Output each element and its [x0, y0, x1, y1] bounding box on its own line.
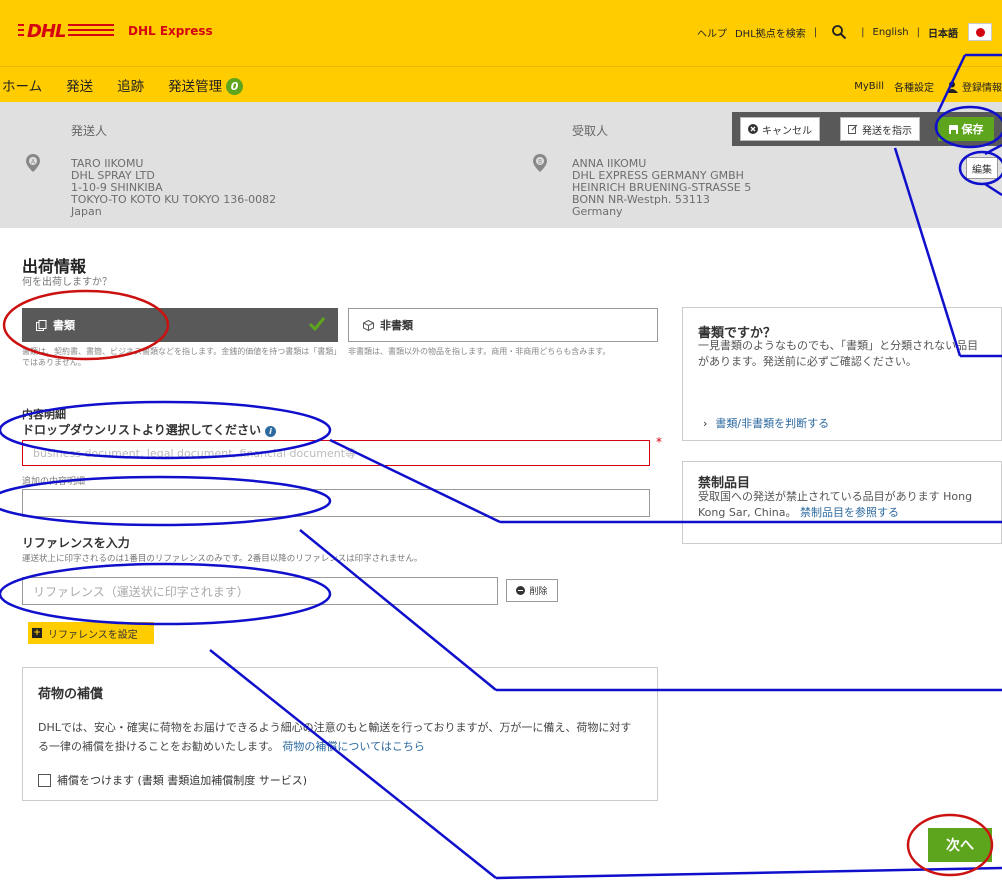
insurance-title: 荷物の補償 [38, 687, 104, 702]
nav-manage[interactable]: 発送管理 [168, 79, 222, 95]
reference-hint: 運送状上に印字されるのは1番目のリファレンスのみです。2番目以降のリファレンスは… [22, 554, 423, 564]
nav-manage-wrap[interactable]: 発送管理 0 [168, 75, 244, 95]
add-reference-button[interactable]: + リファレンスを設定 [28, 622, 154, 644]
document-type-button[interactable]: 書類 [22, 308, 338, 342]
action-bar: キャンセル 発送を指示 保存 [732, 112, 1002, 146]
logo-wordmark: DHL [24, 21, 69, 42]
brand-name: DHL Express [128, 24, 213, 38]
nav-mybill[interactable]: MyBill [854, 81, 884, 92]
document-icon [36, 319, 47, 331]
required-mark: * [656, 435, 662, 449]
user-icon [946, 81, 958, 93]
main-nav: ホーム 発送 追跡 発送管理 0 MyBill 各種設定 登録情報 [0, 66, 1002, 102]
insurance-checkbox-row[interactable]: 補償をつけます (書類 書類追加補償制度 サービス) [38, 772, 307, 788]
receiver-title: 受取人 [572, 124, 609, 138]
edit-button[interactable]: 編集 [966, 157, 998, 179]
minus-icon [516, 586, 526, 595]
shipper-pin-icon: A [26, 154, 40, 172]
additional-contents-label: 追加の内容明細 [22, 477, 86, 487]
contents-placeholder: business document, legal document, finan… [33, 447, 357, 460]
contents-input[interactable]: business document, legal document, finan… [22, 440, 650, 466]
insurance-text: DHLでは、安心・確実に荷物をお届けできるよう細心の注意のもと輸送を行っておりま… [38, 718, 638, 756]
dhl-logo[interactable]: DHL DHL Express [18, 20, 213, 42]
save-icon [948, 124, 958, 134]
save-label: 保存 [961, 123, 984, 136]
receiver-pin-icon: B [533, 154, 547, 172]
insurance-link[interactable]: 荷物の補償についてはこちら [282, 740, 424, 753]
plus-icon: + [32, 628, 42, 638]
nav-ship[interactable]: 発送 [66, 75, 93, 95]
non-document-description: 非書類は、書類以外の物品を指します。商用・非商用どちらも含みます。 [348, 347, 611, 356]
non-document-type-label: 非書類 [380, 319, 413, 332]
top-header: DHL DHL Express ヘルプ DHL拠点を検索 | | English… [0, 0, 1002, 66]
cancel-button[interactable]: キャンセル [740, 117, 820, 141]
cancel-icon [748, 124, 758, 134]
non-document-type-button[interactable]: 非書類 [348, 308, 658, 342]
document-help-link-text[interactable]: 書類/非書類を判断する [715, 417, 829, 430]
next-button[interactable]: 次へ [928, 828, 992, 862]
lang-english[interactable]: English [873, 27, 909, 38]
document-help-box: 書類ですか？ 一見書類のようなものでも、「書類」と分類されない品目があります。発… [682, 307, 1002, 441]
delete-label: 削除 [529, 587, 548, 597]
add-reference-label: リファレンスを設定 [48, 629, 138, 641]
cancel-label: キャンセル [762, 125, 812, 137]
lang-japanese[interactable]: 日本語 [928, 25, 958, 40]
find-location-link[interactable]: DHL拠点を検索 [735, 25, 806, 40]
shipper-line: Japan [71, 205, 102, 218]
nav-track[interactable]: 追跡 [117, 75, 144, 95]
info-icon[interactable]: i [265, 426, 277, 437]
receiver-line: Germany [572, 205, 623, 218]
document-help-text: 一見書類のようなものでも、「書類」と分類されない品目があります。発送前に必ずご確… [698, 339, 979, 368]
prohibited-text: 受取国への発送が禁止されている品目があります Hong Kong Sar, Ch… [698, 489, 988, 521]
additional-contents-input[interactable] [22, 489, 650, 517]
nav-badge: 0 [226, 78, 244, 95]
prohibited-box: 禁制品目 受取国への発送が禁止されている品目があります Hong Kong Sa… [682, 461, 1002, 544]
package-icon [363, 319, 374, 331]
document-help-link[interactable]: › 書類/非書類を判断する [703, 415, 829, 431]
save-button[interactable]: 保存 [938, 117, 994, 141]
insurance-checkbox[interactable] [38, 773, 51, 787]
search-icon[interactable] [831, 24, 847, 40]
nav-registration[interactable]: 登録情報 [962, 79, 1002, 94]
reference-placeholder: リファレンス（運送状に印字されます） [33, 584, 249, 599]
delete-reference-button[interactable]: 削除 [506, 579, 558, 602]
receiver-address: ANNA IIKOMU DHL EXPRESS GERMANY GMBH HEI… [572, 158, 751, 218]
utility-links: ヘルプ DHL拠点を検索 | | English | 日本語 [697, 23, 992, 41]
japan-flag-icon[interactable] [968, 23, 992, 41]
prohibited-link[interactable]: 禁制品目を参照する [800, 506, 899, 519]
insurance-checkbox-label: 補償をつけます (書類 書類追加補償制度 サービス) [57, 774, 308, 787]
insurance-box: 荷物の補償 DHLでは、安心・確実に荷物をお届けできるよう細心の注意のもと輸送を… [22, 667, 658, 801]
reference-input[interactable]: リファレンス（運送状に印字されます） [22, 577, 498, 605]
contents-label: 内容明細 [22, 408, 66, 421]
edit-doc-icon [848, 124, 858, 134]
shipper-title: 発送人 [71, 124, 108, 138]
reference-label: リファレンスを入力 [22, 536, 130, 550]
instruct-shipment-button[interactable]: 発送を指示 [840, 117, 920, 141]
document-type-label: 書類 [53, 319, 75, 332]
annotation-line [495, 866, 1002, 880]
document-description: 書類は、契約書、書簡、ビジネス書類などを指します。金銭的価値を持つ書類は「書類」… [22, 347, 338, 367]
contents-sublabel-text: ドロップダウンリストより選択してください [22, 423, 262, 437]
shipper-address: TARO IIKOMU DHL SPRAY LTD 1-10-9 SHINKIB… [71, 158, 276, 218]
nav-home[interactable]: ホーム [2, 75, 42, 95]
instruct-label: 発送を指示 [862, 125, 912, 137]
checkmark-icon [308, 317, 326, 332]
section-subtitle: 何を出荷しますか？ [22, 277, 112, 288]
svg-text:B: B [538, 159, 542, 166]
nav-settings[interactable]: 各種設定 [894, 79, 934, 94]
help-link[interactable]: ヘルプ [697, 25, 727, 40]
contents-sublabel: ドロップダウンリストより選択してください i [22, 421, 277, 438]
